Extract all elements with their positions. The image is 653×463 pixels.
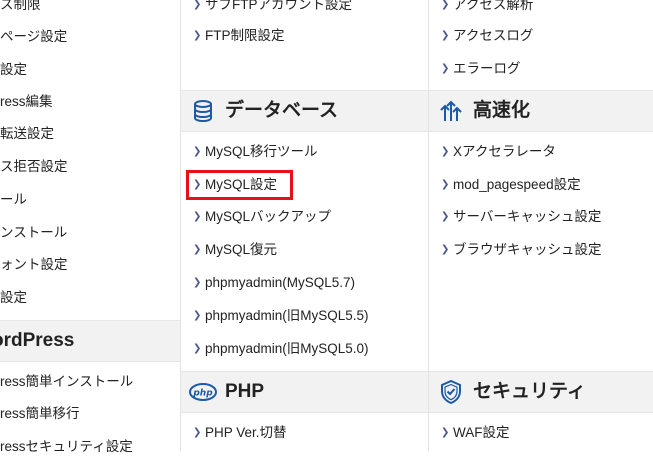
menu-item-phpmyadmin-55[interactable]: ❯ phpmyadmin(旧MySQL5.5) bbox=[181, 300, 428, 332]
speed-arrows-icon bbox=[440, 100, 462, 121]
chevron-right-icon: ❯ bbox=[441, 30, 450, 41]
chevron-right-icon: ❯ bbox=[441, 244, 450, 255]
menu-item-access-analysis[interactable]: ❯ アクセス解析 bbox=[429, 0, 653, 21]
menu-item[interactable]: ス拒否設定 bbox=[0, 151, 180, 183]
menu-item[interactable]: ressセキュリティ設定 bbox=[0, 431, 180, 463]
menu-item[interactable]: ンストール bbox=[0, 217, 180, 249]
menu-item[interactable]: ress簡単移行 bbox=[0, 398, 180, 430]
chevron-right-icon: ❯ bbox=[193, 277, 202, 288]
section-header-php: php PHP bbox=[181, 371, 428, 413]
section-header-wordpress: ordPress bbox=[0, 320, 180, 362]
chevron-right-icon: ❯ bbox=[193, 310, 202, 321]
menu-item-sub-ftp[interactable]: ❯ サブFTPアカウント設定 bbox=[181, 0, 428, 21]
menu-item[interactable]: 設定 bbox=[0, 54, 180, 86]
shield-check-icon bbox=[441, 380, 461, 404]
menu-item[interactable]: ール bbox=[0, 184, 180, 216]
menu-item-mysql-restore[interactable]: ❯ MySQL復元 bbox=[181, 234, 428, 266]
chevron-right-icon: ❯ bbox=[193, 30, 202, 41]
chevron-right-icon: ❯ bbox=[193, 244, 202, 255]
section-header-database: データベース bbox=[181, 90, 428, 132]
menu-column-1: ス制限 ページ設定 設定 ress編集 転送設定 ス拒否設定 ール ンストール … bbox=[0, 0, 181, 454]
menu-item[interactable]: ォント設定 bbox=[0, 249, 180, 281]
menu-item-mod-pagespeed[interactable]: ❯ mod_pagespeed設定 bbox=[429, 169, 653, 201]
menu-column-3: ❯ アクセス解析 ❯ アクセスログ ❯ エラーログ 高速化 ❯ Xアクセラレータ ❯ mo… bbox=[429, 0, 653, 451]
section-header-speed: 高速化 bbox=[429, 90, 653, 132]
menu-item-ftp-limit[interactable]: ❯ FTP制限設定 bbox=[181, 20, 428, 52]
php-icon: php bbox=[189, 383, 217, 401]
menu-item-mysql-migrate[interactable]: ❯ MySQL移行ツール bbox=[181, 136, 428, 168]
chevron-right-icon: ❯ bbox=[193, 146, 202, 157]
menu-item-x-accelerator[interactable]: ❯ Xアクセラレータ bbox=[429, 136, 653, 168]
chevron-right-icon: ❯ bbox=[193, 0, 202, 10]
menu-item[interactable]: ress簡単インストール bbox=[0, 366, 180, 398]
menu-item[interactable]: 転送設定 bbox=[0, 118, 180, 150]
menu-item-waf[interactable]: ❯ WAF設定 bbox=[429, 417, 653, 449]
chevron-right-icon: ❯ bbox=[441, 211, 450, 222]
database-icon bbox=[194, 100, 212, 122]
chevron-right-icon: ❯ bbox=[441, 63, 450, 74]
menu-item-phpmyadmin-57[interactable]: ❯ phpmyadmin(MySQL5.7) bbox=[181, 267, 428, 299]
chevron-right-icon: ❯ bbox=[193, 343, 202, 354]
menu-item-browser-cache[interactable]: ❯ ブラウザキャッシュ設定 bbox=[429, 234, 653, 266]
menu-item[interactable]: 設定 bbox=[0, 282, 180, 314]
highlight-box bbox=[186, 170, 293, 200]
menu-item-access-log[interactable]: ❯ アクセスログ bbox=[429, 20, 653, 52]
chevron-right-icon: ❯ bbox=[193, 211, 202, 222]
chevron-right-icon: ❯ bbox=[193, 427, 202, 438]
menu-item-mysql-backup[interactable]: ❯ MySQLバックアップ bbox=[181, 201, 428, 233]
chevron-right-icon: ❯ bbox=[441, 427, 450, 438]
menu-item[interactable]: ス制限 bbox=[0, 0, 180, 21]
chevron-right-icon: ❯ bbox=[441, 146, 450, 157]
menu-item-php-version[interactable]: ❯ PHP Ver.切替 bbox=[181, 417, 428, 449]
chevron-right-icon: ❯ bbox=[441, 0, 450, 10]
menu-item[interactable]: ページ設定 bbox=[0, 21, 180, 53]
menu-column-2: ❯ サブFTPアカウント設定 ❯ FTP制限設定 データベース ❯ MySQL移行ツー… bbox=[181, 0, 429, 451]
menu-item-error-log[interactable]: ❯ エラーログ bbox=[429, 53, 653, 85]
menu-item-phpmyadmin-50[interactable]: ❯ phpmyadmin(旧MySQL5.0) bbox=[181, 333, 428, 365]
svg-text:php: php bbox=[192, 389, 213, 399]
menu-item[interactable]: ress編集 bbox=[0, 86, 180, 118]
chevron-right-icon: ❯ bbox=[441, 179, 450, 190]
section-header-security: セキュリティ bbox=[429, 371, 653, 413]
menu-item-server-cache[interactable]: ❯ サーバーキャッシュ設定 bbox=[429, 201, 653, 233]
